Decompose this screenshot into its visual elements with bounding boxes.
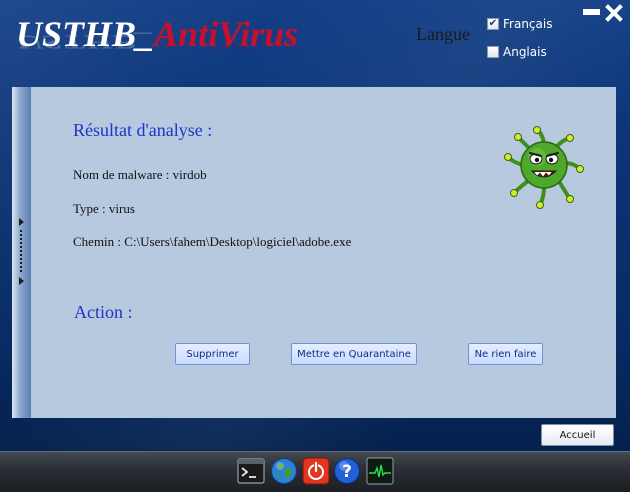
globe-icon[interactable] [270,457,298,485]
delete-button[interactable]: Supprimer [175,343,250,365]
minimize-icon[interactable] [583,9,600,15]
app-title-part1: USTHB_ [16,14,155,54]
result-heading: Résultat d'analyse : [73,120,213,140]
expand-arrow-icon[interactable] [19,277,24,285]
malware-name-text: Nom de malware : virdob [73,167,207,182]
malware-path-text: Chemin : C:\Users\fahem\Desktop\logiciel… [73,234,352,249]
analysis-result-panel: Résultat d'analyse : Nom de malware : vi… [12,87,616,418]
help-icon[interactable]: ? [333,457,361,485]
close-icon[interactable] [605,4,623,22]
language-option-label: Français [503,17,553,31]
quarantine-button[interactable]: Mettre en Quarantaine [291,343,417,365]
virus-mascot-icon [504,126,584,209]
panel-side-handle[interactable] [12,87,31,418]
splitter-dots[interactable] [20,230,22,272]
language-option-anglais[interactable]: Anglais [487,45,547,59]
language-option-label: Anglais [503,45,547,59]
monitor-icon[interactable] [366,457,394,485]
taskbar: ? [0,451,630,492]
terminal-icon[interactable] [237,457,265,485]
malware-type-text: Type : virus [73,201,135,216]
checkbox-checked-icon[interactable]: ✔ [487,18,499,30]
checkbox-unchecked-icon[interactable] [487,46,499,58]
action-heading: Action : [74,302,133,322]
home-button[interactable]: Accueil [541,424,614,446]
language-label: Langue [416,24,470,44]
language-option-francais[interactable]: ✔ Français [487,17,552,31]
ignore-button[interactable]: Ne rien faire [468,343,543,365]
app-title-part2: AntiVirus [154,14,299,54]
svg-text:?: ? [342,462,352,482]
power-icon[interactable] [302,457,330,485]
app-title: USTHB_AntiVirus [16,12,298,56]
expand-arrow-icon[interactable] [19,218,24,226]
